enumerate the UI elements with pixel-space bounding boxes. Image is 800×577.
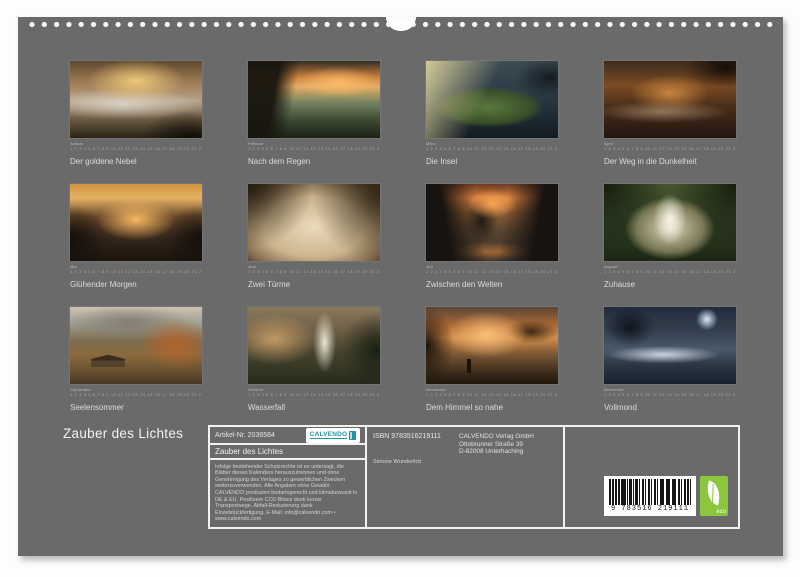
publisher-name: CALVENDO Verlag GmbH	[459, 433, 534, 441]
calvendo-logo-text: CALVENDO	[310, 431, 348, 439]
image-caption: Zuhause	[604, 280, 736, 289]
mini-dates-row: 1 2 3 4 5 6 7 8 9 10 11 12 13 14 15 16 1…	[248, 392, 380, 397]
thumbnail-image-november	[426, 307, 558, 384]
month-cell-mai: Mai 1 2 3 4 5 6 7 8 9 10 11 12 13 14 15 …	[70, 184, 202, 289]
eco-label: eco	[716, 509, 726, 515]
thumbnail-image-oktober	[248, 307, 380, 384]
image-caption: Der Weg in die Dunkelheit	[604, 157, 736, 166]
calendar-back-page-photo: Januar 1 2 3 4 5 6 7 8 9 10 11 12 13 14 …	[0, 0, 800, 577]
thumbnail-image-juli	[426, 184, 558, 261]
thumbnail-image-april	[604, 61, 736, 138]
thumbnail-image-maerz	[426, 61, 558, 138]
mini-dates-row: 1 2 3 4 5 6 7 8 9 10 11 12 13 14 15 16 1…	[426, 146, 558, 151]
mini-dates-row: 1 2 3 4 5 6 7 8 9 10 11 12 13 14 15 16 1…	[426, 269, 558, 274]
month-cell-juni: Juni 1 2 3 4 5 6 7 8 9 10 11 12 13 14 15…	[248, 184, 380, 289]
thumbnail-image-august	[604, 184, 736, 261]
month-cell-februar: Februar 1 2 3 4 5 6 7 8 9 10 11 12 13 14…	[248, 61, 380, 166]
mini-dates-row: 1 2 3 4 5 6 7 8 9 10 11 12 13 14 15 16 1…	[604, 146, 736, 151]
image-caption: Vollmond	[604, 403, 736, 412]
mini-dates-row: 1 2 3 4 5 6 7 8 9 10 11 12 13 14 15 16 1…	[70, 269, 202, 274]
month-cell-januar: Januar 1 2 3 4 5 6 7 8 9 10 11 12 13 14 …	[70, 61, 202, 166]
month-cell-dezember: Dezember 1 2 3 4 5 6 7 8 9 10 11 12 13 1…	[604, 307, 736, 412]
mini-dates-row: 1 2 3 4 5 6 7 8 9 10 11 12 13 14 15 16 1…	[248, 146, 380, 151]
imprint-box: Artikel-Nr. 2036584 CALVENDO Zauber des …	[208, 425, 740, 529]
leaf-icon	[704, 481, 724, 506]
image-caption: Seelensommer	[70, 403, 202, 412]
barcode: 9 783516 219111	[604, 476, 696, 516]
month-cell-juli: Juli 1 2 3 4 5 6 7 8 9 10 11 12 13 14 15…	[426, 184, 558, 289]
mini-dates-row: 1 2 3 4 5 6 7 8 9 10 11 12 13 14 15 16 1…	[248, 269, 380, 274]
month-cell-september: September 1 2 3 4 5 6 7 8 9 10 11 12 13 …	[70, 307, 202, 412]
image-caption: Nach dem Regen	[248, 157, 380, 166]
image-caption: Dem Himmel so nahe	[426, 403, 558, 412]
imprint-right-column: 9 783516 219111 eco	[565, 427, 738, 527]
mini-dates-row: 1 2 3 4 5 6 7 8 9 10 11 12 13 14 15 16 1…	[70, 392, 202, 397]
month-cell-november: November 1 2 3 4 5 6 7 8 9 10 11 12 13 1…	[426, 307, 558, 412]
thumbnail-image-februar	[248, 61, 380, 138]
month-cell-april: April 1 2 3 4 5 6 7 8 9 10 11 12 13 14 1…	[604, 61, 736, 166]
image-caption: Wasserfall	[248, 403, 380, 412]
thumbnail-image-juni	[248, 184, 380, 261]
thumbnail-image-september	[70, 307, 202, 384]
image-caption: Glühender Morgen	[70, 280, 202, 289]
thumbnail-image-dezember	[604, 307, 736, 384]
calendar-title: Zauber des Lichtes	[63, 426, 183, 441]
calvendo-book-icon	[349, 431, 356, 440]
imprint-title-row: Zauber des Lichtes	[210, 445, 365, 460]
month-cell-august: August 1 2 3 4 5 6 7 8 9 10 11 12 13 14 …	[604, 184, 736, 289]
thumbnail-image-mai	[70, 184, 202, 261]
mini-dates-row: 1 2 3 4 5 6 7 8 9 10 11 12 13 14 15 16 1…	[70, 146, 202, 151]
eco-badge: eco	[700, 476, 728, 516]
month-thumbnail-grid: Januar 1 2 3 4 5 6 7 8 9 10 11 12 13 14 …	[70, 61, 736, 412]
thumbnail-image-januar	[70, 61, 202, 138]
calendar-sheet: Januar 1 2 3 4 5 6 7 8 9 10 11 12 13 14 …	[18, 17, 783, 556]
image-caption: Der goldene Nebel	[70, 157, 202, 166]
mini-dates-row: 1 2 3 4 5 6 7 8 9 10 11 12 13 14 15 16 1…	[604, 269, 736, 274]
publisher-street: Ottobrunner Straße 39	[459, 441, 534, 449]
image-caption: Die Insel	[426, 157, 558, 166]
imprint-title: Zauber des Lichtes	[215, 447, 283, 456]
author-name: Simone Wunderlich	[373, 459, 421, 465]
calvendo-logo: CALVENDO	[306, 428, 360, 443]
mini-dates-row: 1 2 3 4 5 6 7 8 9 10 11 12 13 14 15 16 1…	[426, 392, 558, 397]
month-cell-maerz: März 1 2 3 4 5 6 7 8 9 10 11 12 13 14 15…	[426, 61, 558, 166]
artikel-row: Artikel-Nr. 2036584 CALVENDO	[210, 427, 365, 445]
imprint-left-column: Artikel-Nr. 2036584 CALVENDO Zauber des …	[210, 427, 367, 527]
image-caption: Zwischen den Welten	[426, 280, 558, 289]
barcode-number: 9 783516 219111	[609, 505, 691, 514]
legal-row: Infolge bestehender Schutzrechte ist es …	[210, 460, 365, 527]
image-caption: Zwei Türme	[248, 280, 380, 289]
mini-dates-row: 1 2 3 4 5 6 7 8 9 10 11 12 13 14 15 16 1…	[604, 392, 736, 397]
legal-text: Infolge bestehender Schutzrechte ist es …	[215, 464, 360, 523]
publisher-city: D-82008 Unterhaching	[459, 448, 534, 456]
barcode-bars-icon	[609, 479, 691, 505]
imprint-middle-column: ISBN 9783516219111 CALVENDO Verlag GmbH …	[367, 427, 565, 527]
publisher-address: CALVENDO Verlag GmbH Ottobrunner Straße …	[459, 433, 534, 456]
month-cell-oktober: Oktober 1 2 3 4 5 6 7 8 9 10 11 12 13 14…	[248, 307, 380, 412]
artikel-number: Artikel-Nr. 2036584	[215, 432, 275, 439]
isbn-number: ISBN 9783516219111	[373, 433, 441, 440]
